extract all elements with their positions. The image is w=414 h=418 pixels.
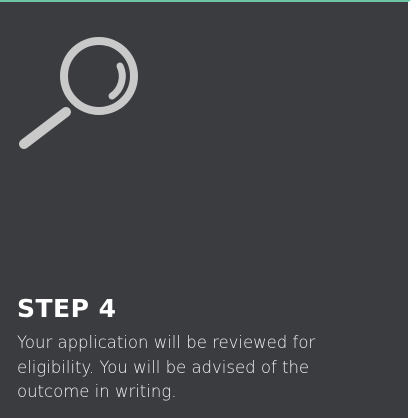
step-card: STEP 4 Your application will be reviewed… bbox=[0, 0, 411, 418]
magnifying-glass-icon bbox=[14, 28, 144, 153]
step-description: Your application will be reviewed for el… bbox=[17, 333, 316, 401]
step-title: STEP 4 bbox=[17, 294, 117, 323]
